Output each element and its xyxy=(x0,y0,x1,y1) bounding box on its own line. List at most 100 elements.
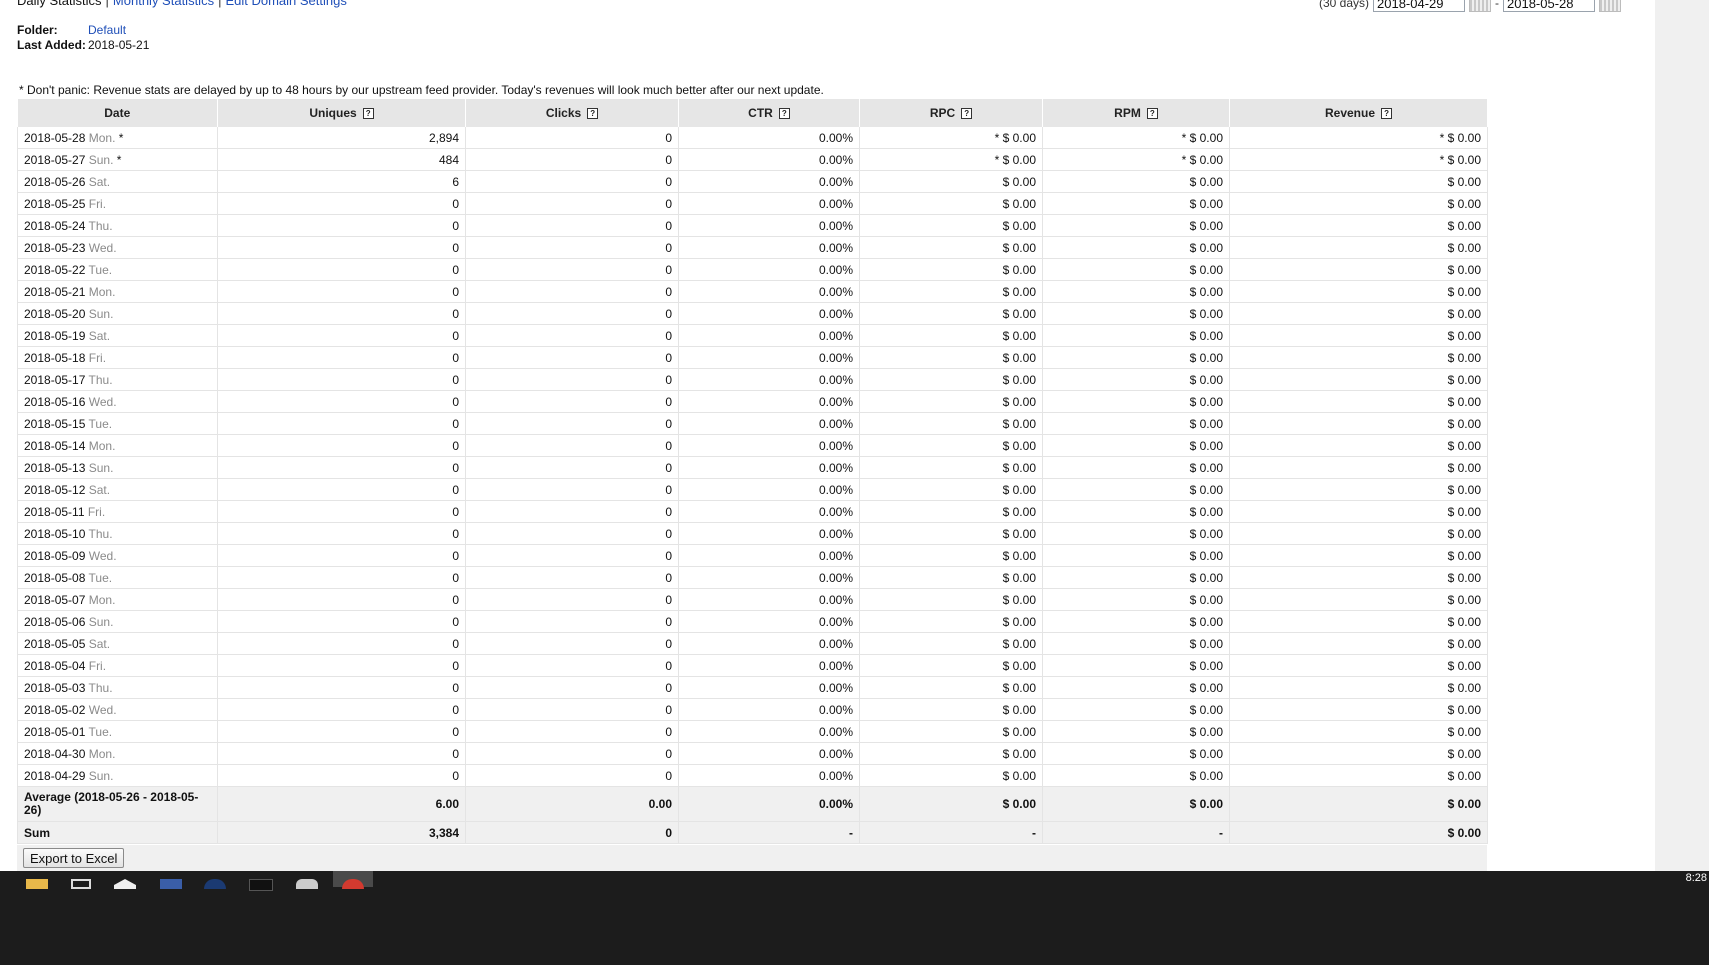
cell-uniques: 0 xyxy=(217,632,466,655)
cell-date: 2018-05-07 Mon. xyxy=(17,588,218,611)
nav-separator: | xyxy=(218,0,222,8)
cell-rpm: $ 0.00 xyxy=(1042,214,1230,237)
day-of-week: Tue. xyxy=(88,416,113,431)
paint-icon[interactable] xyxy=(296,879,318,889)
delayed-marker: * xyxy=(115,130,124,145)
cell-ctr: 0.00% xyxy=(678,676,860,699)
table-row: 2018-05-21 Mon. 0 0 0.00% $ 0.00 $ 0.00 $ 0.00 xyxy=(17,280,1488,303)
cell-rpm: $ 0.00 xyxy=(1042,764,1230,787)
column-header-date[interactable]: Date xyxy=(17,99,218,127)
cell-ctr: 0.00% xyxy=(678,720,860,743)
column-header-rpm[interactable]: RPM? xyxy=(1042,99,1230,127)
date-from-input[interactable] xyxy=(1373,0,1465,12)
day-of-week: Sat. xyxy=(88,328,111,343)
app-icon[interactable] xyxy=(160,879,182,889)
column-header-revenue[interactable]: Revenue? xyxy=(1229,99,1488,127)
cell-revenue: $ 0.00 xyxy=(1229,500,1488,523)
cell-clicks: 0 xyxy=(465,434,679,457)
table-row: 2018-05-12 Sat. 0 0 0.00% $ 0.00 $ 0.00 $ 0.00 xyxy=(17,478,1488,501)
top-nav: Daily Statistics | Monthly Statistics | Edit… xyxy=(17,0,347,8)
table-row: 2018-05-23 Wed. 0 0 0.00% $ 0.00 $ 0.00 $ 0.00 xyxy=(17,236,1488,259)
file-explorer-icon[interactable] xyxy=(26,879,48,889)
cell-revenue: $ 0.00 xyxy=(1229,566,1488,589)
sum-uniques: 3,384 xyxy=(217,821,466,844)
cell-rpm: $ 0.00 xyxy=(1042,500,1230,523)
cell-clicks: 0 xyxy=(465,302,679,325)
date-value: 2018-05-11 xyxy=(24,504,85,519)
cell-uniques: 0 xyxy=(217,324,466,347)
cell-clicks: 0 xyxy=(465,676,679,699)
cell-date: 2018-05-28 Mon. * xyxy=(17,127,218,149)
cell-date: 2018-05-02 Wed. xyxy=(17,698,218,721)
column-header-ctr[interactable]: CTR? xyxy=(678,99,860,127)
table-row: 2018-05-11 Fri. 0 0 0.00% $ 0.00 $ 0.00 $ 0.00 xyxy=(17,500,1488,523)
cell-uniques: 0 xyxy=(217,236,466,259)
cell-rpm: $ 0.00 xyxy=(1042,280,1230,303)
nav-monthly-statistics-link[interactable]: Monthly Statistics xyxy=(113,0,214,8)
help-icon[interactable]: ? xyxy=(587,108,599,119)
average-ctr: 0.00% xyxy=(678,786,860,822)
folder-link[interactable]: Default xyxy=(88,23,126,37)
cell-ctr: 0.00% xyxy=(678,192,860,215)
cell-date: 2018-05-10 Thu. xyxy=(17,522,218,545)
help-icon[interactable]: ? xyxy=(362,108,374,119)
cell-clicks: 0 xyxy=(465,544,679,567)
cell-rpm: $ 0.00 xyxy=(1042,368,1230,391)
cell-revenue: $ 0.00 xyxy=(1229,412,1488,435)
calendar-icon[interactable] xyxy=(1469,0,1491,12)
help-icon[interactable]: ? xyxy=(961,108,973,119)
terminal-icon[interactable] xyxy=(249,879,273,891)
cell-date: 2018-05-01 Tue. xyxy=(17,720,218,743)
cell-revenue: $ 0.00 xyxy=(1229,610,1488,633)
nav-daily-statistics: Daily Statistics xyxy=(17,0,102,8)
cell-rpm: $ 0.00 xyxy=(1042,522,1230,545)
table-summary: Average (2018-05-26 - 2018-05-26) 6.00 0… xyxy=(17,786,1488,844)
nav-edit-domain-settings-link[interactable]: Edit Domain Settings xyxy=(225,0,346,8)
day-of-week: Wed. xyxy=(88,394,117,409)
store-icon[interactable] xyxy=(71,879,91,889)
cell-ctr: 0.00% xyxy=(678,214,860,237)
cell-ctr: 0.00% xyxy=(678,236,860,259)
column-header-uniques[interactable]: Uniques? xyxy=(217,99,466,127)
cell-date: 2018-05-24 Thu. xyxy=(17,214,218,237)
help-icon[interactable]: ? xyxy=(1381,108,1393,119)
help-icon[interactable]: ? xyxy=(778,108,790,119)
date-value: 2018-05-26 xyxy=(24,174,86,189)
date-value: 2018-05-05 xyxy=(24,636,86,651)
cell-clicks: 0 xyxy=(465,192,679,215)
cell-date: 2018-05-22 Tue. xyxy=(17,258,218,281)
day-of-week: Sun. xyxy=(88,768,114,783)
cell-revenue: $ 0.00 xyxy=(1229,368,1488,391)
column-header-clicks[interactable]: Clicks? xyxy=(465,99,679,127)
cell-date: 2018-05-13 Sun. xyxy=(17,456,218,479)
cell-rpc: $ 0.00 xyxy=(859,478,1043,501)
cell-rpc: $ 0.00 xyxy=(859,742,1043,765)
column-header-rpc[interactable]: RPC? xyxy=(859,99,1043,127)
average-label: Average (2018-05-26 - 2018-05-26) xyxy=(17,786,218,822)
browser-icon[interactable] xyxy=(204,879,226,889)
cell-ctr: 0.00% xyxy=(678,280,860,303)
export-to-excel-button[interactable]: Export to Excel xyxy=(23,848,125,868)
cell-rpc: $ 0.00 xyxy=(859,764,1043,787)
date-value: 2018-05-24 xyxy=(24,218,86,233)
table-row: 2018-04-30 Mon. 0 0 0.00% $ 0.00 $ 0.00 $ 0.00 xyxy=(17,742,1488,765)
date-to-input[interactable] xyxy=(1503,0,1595,12)
cell-rpc: $ 0.00 xyxy=(859,544,1043,567)
day-of-week: Fri. xyxy=(88,196,107,211)
cell-clicks: 0 xyxy=(465,610,679,633)
day-of-week: Mon. xyxy=(88,438,116,453)
day-of-week: Mon. xyxy=(88,746,116,761)
table-row: 2018-05-10 Thu. 0 0 0.00% $ 0.00 $ 0.00 $ 0.00 xyxy=(17,522,1488,545)
cell-ctr: 0.00% xyxy=(678,544,860,567)
day-of-week: Sun. xyxy=(88,614,114,629)
cell-uniques: 0 xyxy=(217,698,466,721)
cell-uniques: 0 xyxy=(217,434,466,457)
date-value: 2018-05-12 xyxy=(24,482,86,497)
cell-revenue: $ 0.00 xyxy=(1229,434,1488,457)
mail-icon[interactable] xyxy=(114,879,136,889)
date-value: 2018-05-07 xyxy=(24,592,86,607)
page-scrollbar[interactable] xyxy=(1655,0,1709,948)
cell-clicks: 0 xyxy=(465,324,679,347)
help-icon[interactable]: ? xyxy=(1146,108,1158,119)
calendar-icon[interactable] xyxy=(1599,0,1621,12)
